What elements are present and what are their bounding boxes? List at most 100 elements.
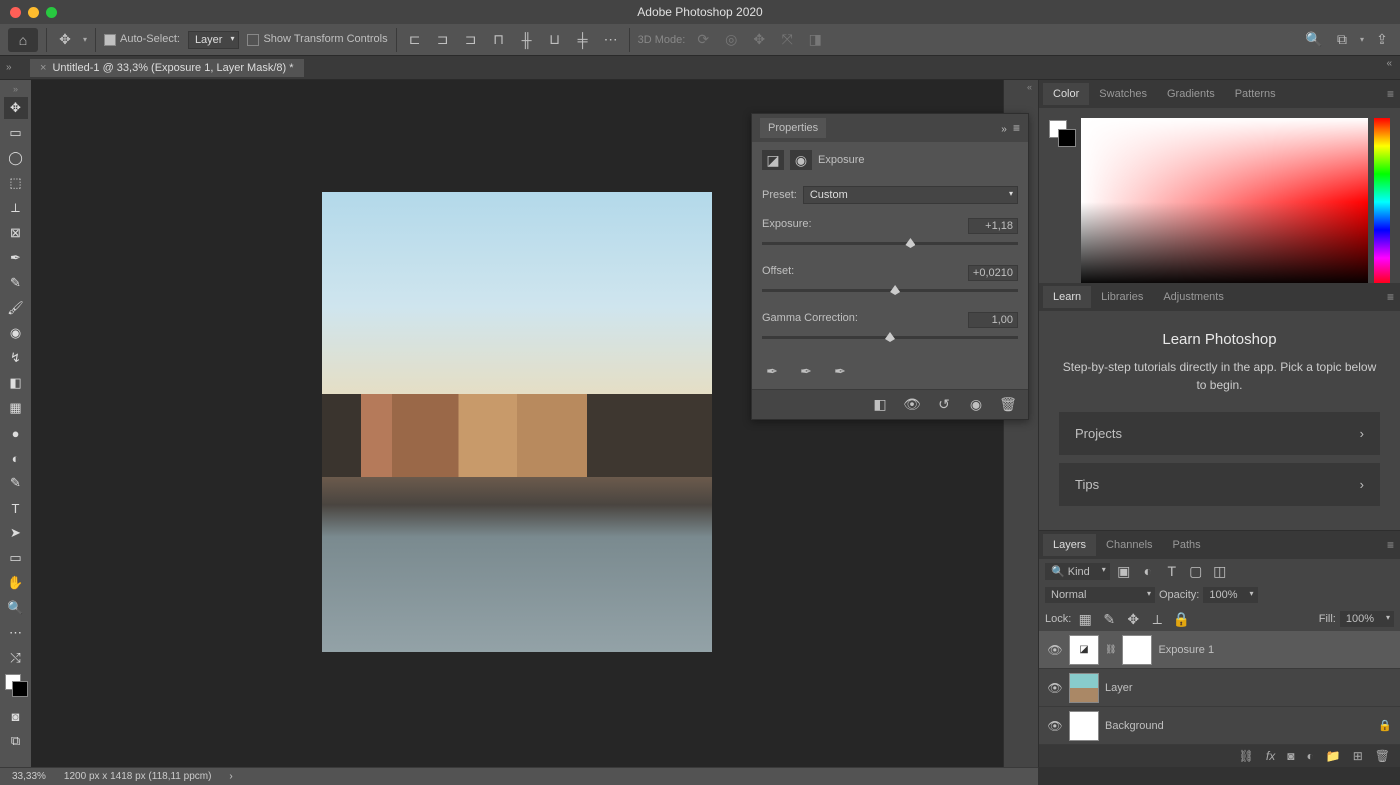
tab-channels[interactable]: Channels (1096, 534, 1162, 556)
collapse-icon[interactable]: » (1001, 124, 1007, 135)
canvas-area[interactable]: Properties » ≡ ◪ ◉ Exposure Preset: Cust… (31, 80, 1003, 767)
toggle-visibility-icon[interactable]: ◉ (966, 395, 986, 415)
color-swap-icon[interactable]: ⤭ (4, 647, 28, 669)
panel-menu-icon[interactable]: ≡ (1387, 290, 1394, 304)
layer-row[interactable]: 👁 ◪ ⛓ Exposure 1 (1039, 631, 1400, 669)
layer-name[interactable]: Exposure 1 (1158, 644, 1214, 656)
3d-pan-icon[interactable]: ✥ (749, 30, 769, 50)
close-tab-icon[interactable]: × (40, 62, 46, 74)
brush-tool[interactable]: 🖌 (4, 297, 28, 319)
tab-color[interactable]: Color (1043, 83, 1089, 105)
preset-dropdown[interactable]: Custom (803, 186, 1018, 204)
offset-value[interactable]: +0,0210 (968, 265, 1018, 281)
filter-smart-icon[interactable]: ◫ (1210, 561, 1230, 581)
lock-transparent-icon[interactable]: ▦ (1075, 609, 1095, 629)
panel-menu-icon[interactable]: ≡ (1013, 121, 1020, 135)
move-tool-icon[interactable]: ✥ (55, 30, 75, 50)
quick-mask-tool[interactable]: ◙ (4, 705, 28, 727)
healing-tool[interactable]: ✎ (4, 272, 28, 294)
document-tab[interactable]: × Untitled-1 @ 33,3% (Exposure 1, Layer … (30, 59, 304, 77)
group-icon[interactable]: 📁 (1326, 749, 1341, 763)
tab-learn[interactable]: Learn (1043, 286, 1091, 308)
quick-select-tool[interactable]: ⬚ (4, 172, 28, 194)
filter-adj-icon[interactable]: ◐ (1138, 561, 1158, 581)
lock-all-icon[interactable]: 🔒 (1171, 609, 1191, 629)
more-icon[interactable]: ⋯ (601, 30, 621, 50)
marquee-tool[interactable]: ▭ (4, 122, 28, 144)
search-icon[interactable]: 🔍 (1304, 30, 1324, 50)
layer-row[interactable]: 👁 Background 🔒 (1039, 707, 1400, 745)
lasso-tool[interactable]: ◯ (4, 147, 28, 169)
history-brush-tool[interactable]: ↯ (4, 347, 28, 369)
clip-icon[interactable]: ◧ (870, 395, 890, 415)
properties-tab[interactable]: Properties (760, 118, 826, 138)
home-button[interactable]: ⌂ (8, 28, 38, 52)
learn-tips-button[interactable]: Tips› (1059, 463, 1380, 506)
new-layer-icon[interactable]: ⊞ (1353, 749, 1363, 763)
exposure-slider[interactable] (762, 242, 1018, 245)
align-top-icon[interactable]: ⊓ (489, 30, 509, 50)
tab-paths[interactable]: Paths (1163, 534, 1211, 556)
filter-type-icon[interactable]: T (1162, 561, 1182, 581)
dodge-tool[interactable]: ◐ (4, 447, 28, 469)
fill-dropdown[interactable]: 100% (1340, 611, 1394, 627)
blend-mode-dropdown[interactable]: Normal (1045, 587, 1155, 603)
align-hcenter-icon[interactable]: ⊐ (433, 30, 453, 50)
3d-roll-icon[interactable]: ◎ (721, 30, 741, 50)
mask-icon[interactable]: ◙ (1287, 749, 1294, 763)
tab-libraries[interactable]: Libraries (1091, 286, 1153, 308)
visibility-icon[interactable]: 👁 (1047, 643, 1063, 657)
reset-icon[interactable]: ↺ (934, 395, 954, 415)
filter-shape-icon[interactable]: ▢ (1186, 561, 1206, 581)
type-tool[interactable]: T (4, 497, 28, 519)
visibility-icon[interactable]: 👁 (1047, 681, 1063, 695)
layer-name[interactable]: Background (1105, 720, 1164, 732)
opacity-dropdown[interactable]: 100% (1203, 587, 1257, 603)
status-chevron-icon[interactable]: › (229, 771, 232, 782)
delete-layer-icon[interactable]: 🗑 (1375, 749, 1390, 763)
mask-icon[interactable]: ◉ (790, 150, 812, 170)
lock-image-icon[interactable]: ✎ (1099, 609, 1119, 629)
align-right-icon[interactable]: ⊐ (461, 30, 481, 50)
align-vcenter-icon[interactable]: ╫ (517, 30, 537, 50)
filter-pixel-icon[interactable]: ▣ (1114, 561, 1134, 581)
learn-projects-button[interactable]: Projects› (1059, 412, 1380, 455)
collapse-right-icon[interactable]: « (1386, 58, 1392, 69)
move-tool[interactable]: ✥ (4, 97, 28, 119)
delete-adj-icon[interactable]: 🗑 (998, 395, 1018, 415)
gamma-value[interactable]: 1,00 (968, 312, 1018, 328)
edit-toolbar[interactable]: ⋯ (4, 622, 28, 644)
layer-name[interactable]: Layer (1105, 682, 1133, 694)
shape-tool[interactable]: ▭ (4, 547, 28, 569)
fg-bg-swatch[interactable] (1049, 120, 1075, 146)
fx-icon[interactable]: fx (1266, 749, 1275, 763)
crop-tool[interactable]: ⟂ (4, 197, 28, 219)
tab-swatches[interactable]: Swatches (1089, 83, 1157, 105)
eyedropper-tool[interactable]: ✒ (4, 247, 28, 269)
offset-slider[interactable] (762, 289, 1018, 292)
lock-position-icon[interactable]: ✥ (1123, 609, 1143, 629)
exposure-value[interactable]: +1,18 (968, 218, 1018, 234)
color-field[interactable] (1081, 118, 1368, 286)
align-bottom-icon[interactable]: ⊔ (545, 30, 565, 50)
path-select-tool[interactable]: ➤ (4, 522, 28, 544)
3d-camera-icon[interactable]: ◨ (805, 30, 825, 50)
workspace-icon[interactable]: ⧉ (1332, 30, 1352, 50)
screen-mode-tool[interactable]: ⧉ (4, 730, 28, 752)
zoom-tool[interactable]: 🔍 (4, 597, 28, 619)
panel-menu-icon[interactable]: ≡ (1387, 538, 1394, 552)
foreground-background-colors[interactable] (5, 674, 27, 696)
pen-tool[interactable]: ✎ (4, 472, 28, 494)
3d-rotate-icon[interactable]: ⟳ (693, 30, 713, 50)
filter-kind-dropdown[interactable]: 🔍 Kind (1045, 563, 1110, 580)
maximize-window-button[interactable] (46, 7, 57, 18)
adj-layer-icon[interactable]: ◐ (1307, 749, 1314, 763)
doc-dimensions[interactable]: 1200 px x 1418 px (118,11 ppcm) (64, 771, 212, 782)
lock-artboard-icon[interactable]: ⟂ (1147, 609, 1167, 629)
3d-slide-icon[interactable]: ⤧ (777, 30, 797, 50)
minimize-window-button[interactable] (28, 7, 39, 18)
auto-select-checkbox[interactable]: Auto-Select: (104, 33, 180, 45)
gamma-slider[interactable] (762, 336, 1018, 339)
show-transform-checkbox[interactable]: Show Transform Controls (247, 33, 387, 45)
eyedropper-gray-icon[interactable]: ✒ (796, 361, 816, 381)
